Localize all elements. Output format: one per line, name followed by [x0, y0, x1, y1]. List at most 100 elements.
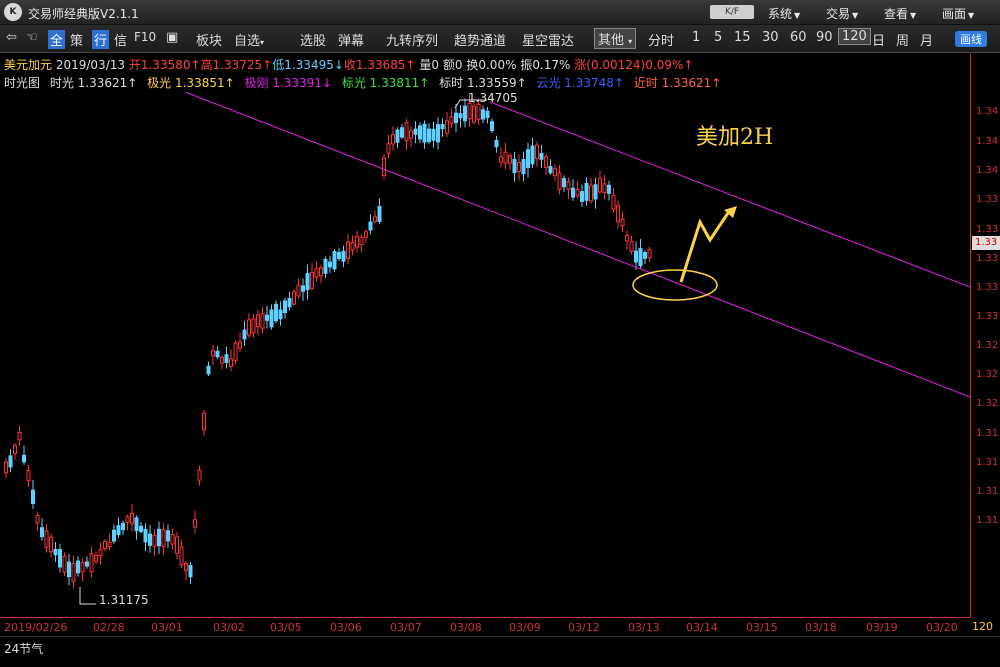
candle-body	[26, 469, 31, 482]
candle-body	[539, 152, 544, 160]
candle-body	[260, 313, 265, 329]
period-1[interactable]: 1	[692, 30, 700, 45]
candle-body	[557, 172, 562, 191]
date-tick: 2019/02/26	[4, 621, 68, 634]
date-tick: 03/18	[805, 621, 837, 634]
period-120[interactable]: 120	[838, 28, 871, 45]
candle-body	[287, 297, 292, 308]
price-tick: 1.33	[976, 311, 999, 322]
toolbar-star-radar[interactable]: 星空雷达	[522, 30, 574, 49]
price-tick: 1.32	[976, 398, 999, 409]
toolbar-other-dropdown[interactable]: 其他 ▾	[594, 28, 637, 49]
date-tick: 03/13	[628, 621, 660, 634]
price-tick: 1.31	[976, 428, 999, 439]
candle-body	[553, 168, 557, 177]
candle-body	[31, 489, 35, 504]
toolbar-nine-turn[interactable]: 九转序列	[386, 30, 438, 49]
candle-body	[184, 562, 188, 571]
period-minute[interactable]: 分时	[648, 30, 674, 49]
period-5[interactable]: 5	[714, 30, 722, 45]
candle-body	[251, 318, 256, 334]
period-month[interactable]: 月	[920, 30, 933, 49]
candle-body	[274, 303, 278, 322]
kf-badge[interactable]: K/F	[710, 5, 754, 19]
toolbar-all[interactable]: 全	[48, 30, 66, 49]
toolbar-sector[interactable]: 板块	[196, 30, 222, 49]
candle-body	[454, 112, 458, 124]
candle-body	[314, 268, 319, 278]
candlestick-chart[interactable]: 美加2H 1.34705 1.31175	[0, 92, 970, 617]
back-icon[interactable]: ⇦	[6, 30, 17, 45]
period-90[interactable]: 90	[816, 30, 833, 45]
period-60[interactable]: 60	[790, 30, 807, 45]
candle-body	[409, 130, 413, 139]
chart-annotation: 美加2H	[696, 125, 773, 150]
candle-body	[467, 102, 472, 120]
candle-body	[265, 314, 269, 321]
draw-line-button[interactable]: 画线	[955, 31, 987, 47]
candle-body	[499, 156, 503, 163]
candle-body	[332, 251, 337, 270]
quote-open: 开1.33580↑	[128, 58, 201, 72]
candle-body	[125, 516, 130, 523]
app-title: 交易师经典版V2.1.1	[28, 7, 139, 21]
candle-body	[436, 124, 440, 143]
candle-body	[134, 517, 139, 532]
window-icon[interactable]: ▣	[166, 30, 178, 45]
menu-trade[interactable]: 交易 ▼	[826, 5, 858, 22]
hand-icon[interactable]: ☜	[26, 30, 38, 45]
date-tick: 03/01	[151, 621, 183, 634]
candle-body	[188, 564, 193, 578]
candle-body	[508, 155, 512, 164]
price-tick: 1.33	[976, 224, 999, 235]
indicator-biaoguang: 标光 1.33811↑	[341, 76, 430, 90]
indicator-jiguang: 极光 1.33851↑	[147, 76, 235, 90]
indicator-jigang: 极刚 1.33391↓	[244, 76, 333, 90]
toolbar-info[interactable]: 信	[114, 30, 127, 49]
main-toolbar: ⇦ ☜ 全 策 行 信 F10 ▣ 板块 自选▾ 选股 弹幕 九转序列 趋势通道…	[0, 25, 1000, 53]
candle-body	[76, 560, 80, 574]
price-tick: 1.31	[976, 515, 999, 526]
price-tick: 1.32	[976, 340, 999, 351]
quote-volume: 量0	[419, 58, 440, 72]
candle-body	[197, 470, 202, 481]
candle-body	[485, 110, 490, 119]
price-tick: 1.33	[976, 194, 999, 205]
candle-body	[44, 530, 49, 548]
candle-body	[643, 252, 647, 259]
toolbar-danmaku[interactable]: 弹幕	[338, 30, 364, 49]
candle-body	[40, 527, 44, 538]
candle-body	[247, 319, 251, 336]
candle-body	[404, 122, 409, 141]
period-week[interactable]: 周	[896, 30, 909, 49]
menu-view[interactable]: 查看 ▼	[884, 5, 916, 22]
candle-body	[143, 528, 148, 543]
quote-high: 高1.33725↑	[200, 58, 273, 72]
menu-system[interactable]: 系统 ▼	[768, 5, 800, 22]
price-tick: 1.31	[976, 457, 999, 468]
candle-body	[427, 128, 431, 143]
toolbar-quote[interactable]: 行	[92, 30, 110, 49]
period-day[interactable]: 日	[872, 30, 885, 49]
candle-body	[368, 221, 373, 231]
toolbar-watchlist[interactable]: 自选▾	[234, 30, 264, 49]
candle-body	[355, 236, 359, 248]
menu-screen[interactable]: 画面 ▼	[942, 5, 974, 22]
toolbar-strategy[interactable]: 策	[70, 30, 83, 49]
toolbar-trend-channel[interactable]: 趋势通道	[454, 30, 506, 49]
candle-body	[170, 534, 175, 545]
candle-body	[526, 149, 530, 168]
candle-body	[422, 123, 427, 143]
date-tick: 03/02	[213, 621, 245, 634]
candle-body	[512, 158, 517, 174]
toolbar-screener[interactable]: 选股	[300, 30, 326, 49]
candle-body	[535, 144, 539, 159]
toolbar-f10[interactable]: F10	[134, 30, 156, 44]
price-axis: 1.34 1.34 1.34 1.33 1.33 1.33 1.33 1.33 1.32 1.32…	[970, 54, 1000, 617]
candle-body	[215, 350, 220, 358]
candle-body	[206, 365, 211, 375]
period-30[interactable]: 30	[762, 30, 779, 45]
period-15[interactable]: 15	[734, 30, 751, 45]
candle-body	[584, 182, 589, 201]
candle-body	[58, 549, 62, 568]
